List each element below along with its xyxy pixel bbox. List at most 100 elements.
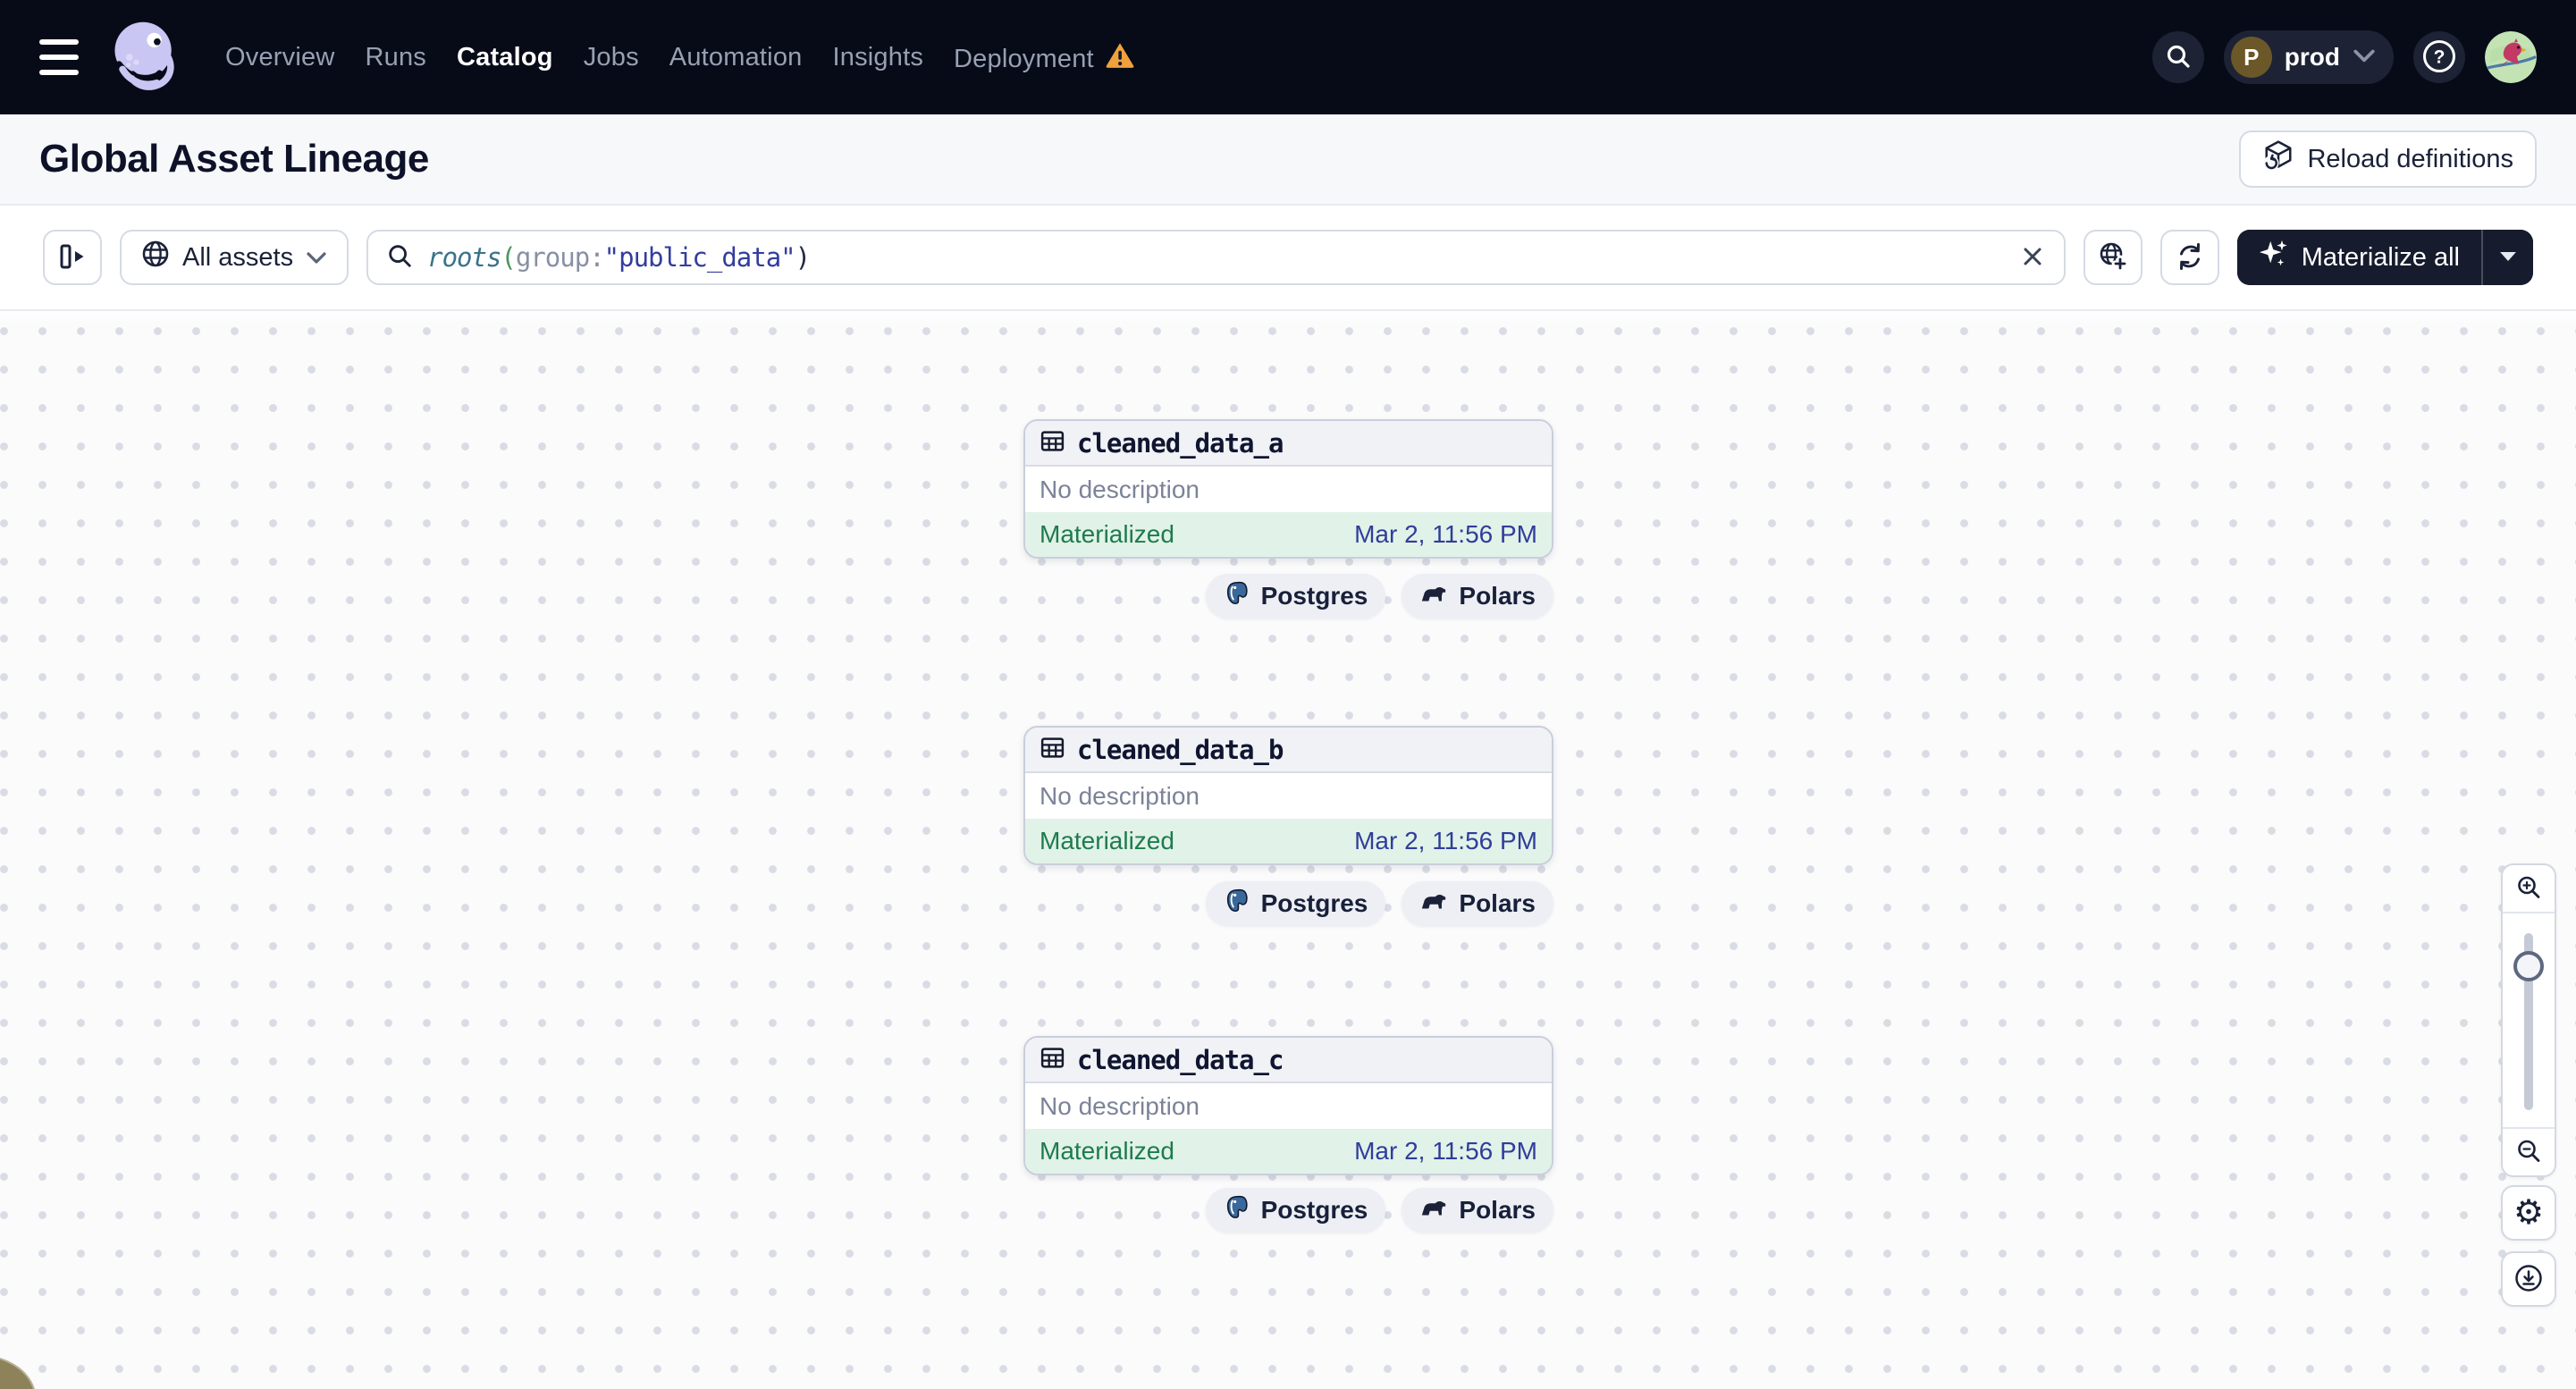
page-title: Global Asset Lineage — [39, 137, 429, 181]
asset-description: No description — [1040, 781, 1200, 810]
nav-item-automation[interactable]: Automation — [669, 43, 803, 72]
materialize-all-button[interactable]: Materialize all — [2236, 230, 2481, 285]
nav-item-overview[interactable]: Overview — [225, 43, 334, 72]
zoom-out-button[interactable] — [2503, 1129, 2555, 1175]
search-icon — [386, 242, 413, 274]
help-button[interactable]: ? — [2413, 31, 2465, 83]
zoom-in-button[interactable] — [2503, 865, 2555, 912]
clear-query-button[interactable] — [2012, 237, 2053, 278]
kind-tag-label: Postgres — [1260, 582, 1368, 610]
kind-tag-postgres[interactable]: Postgres — [1205, 881, 1386, 926]
nav-item-runs[interactable]: Runs — [365, 43, 426, 72]
asset-node-cleaned-data-b[interactable]: cleaned_data_b No description Materializ… — [1023, 726, 1553, 865]
kind-tag-polars[interactable]: Polars — [1402, 881, 1553, 926]
materialize-all-split-button: Materialize all — [2236, 230, 2533, 285]
kind-tag-label: Polars — [1459, 889, 1536, 917]
hamburger-menu-button[interactable] — [39, 39, 80, 75]
asset-card-header: cleaned_data_c — [1025, 1038, 1552, 1083]
deployment-warning-icon — [1105, 40, 1135, 71]
asset-description: No description — [1040, 1091, 1200, 1120]
asset-name: cleaned_data_b — [1077, 734, 1284, 765]
globe-icon — [141, 240, 170, 275]
zoom-slider — [2503, 912, 2555, 1129]
chevron-down-icon — [306, 243, 327, 273]
asset-description: No description — [1040, 475, 1200, 503]
new-asset-selection-button[interactable] — [2083, 230, 2142, 285]
nav-item-deployment[interactable]: Deployment — [954, 40, 1135, 74]
query-key: group — [515, 242, 590, 273]
graph-settings-button[interactable]: ⚙ — [2501, 1185, 2556, 1241]
close-icon — [2020, 244, 2045, 272]
chevron-down-icon — [2353, 48, 2385, 67]
nav-right-controls: P prod ? — [2151, 30, 2537, 84]
asset-card-header: cleaned_data_b — [1025, 728, 1552, 773]
reload-definitions-button[interactable]: Reload definitions — [2239, 130, 2537, 188]
reload-definitions-label: Reload definitions — [2307, 144, 2513, 173]
polars-bear-icon — [1419, 582, 1448, 610]
asset-kind-tags: Postgres Polars — [1205, 881, 1553, 926]
query-colon: : — [589, 242, 604, 273]
asset-status-row: Materialized Mar 2, 11:56 PM — [1025, 819, 1552, 863]
deployment-initial-badge: P — [2230, 37, 2272, 78]
postgres-icon — [1224, 888, 1250, 921]
asset-kind-tags: Postgres Polars — [1205, 1188, 1553, 1233]
materialization-timestamp[interactable]: Mar 2, 11:56 PM — [1354, 1137, 1537, 1166]
asset-name: cleaned_data_a — [1077, 427, 1284, 459]
polars-bear-icon — [1419, 889, 1448, 918]
kind-tag-postgres[interactable]: Postgres — [1205, 574, 1386, 619]
svg-text:?: ? — [2434, 46, 2446, 67]
status-badge: Materialized — [1040, 827, 1174, 854]
nav-item-jobs[interactable]: Jobs — [584, 43, 639, 72]
query-function: roots — [427, 242, 501, 273]
kind-tag-polars[interactable]: Polars — [1402, 1188, 1553, 1233]
asset-card-header: cleaned_data_a — [1025, 421, 1552, 467]
sparkles-icon — [2259, 239, 2289, 276]
query-open-paren: ( — [501, 242, 516, 273]
kind-tag-label: Polars — [1459, 1196, 1536, 1224]
status-badge: Materialized — [1040, 520, 1174, 548]
materialize-options-caret[interactable] — [2483, 230, 2533, 285]
graph-top-fade — [0, 311, 2576, 324]
user-avatar[interactable] — [2485, 31, 2537, 83]
lineage-graph-canvas[interactable]: cleaned_data_a No description Materializ… — [0, 311, 2576, 1389]
asset-node-cleaned-data-c[interactable]: cleaned_data_c No description Materializ… — [1023, 1036, 1553, 1175]
deployment-switcher[interactable]: P prod — [2223, 30, 2394, 84]
zoom-slider-thumb[interactable] — [2513, 951, 2544, 981]
materialization-timestamp[interactable]: Mar 2, 11:56 PM — [1354, 520, 1537, 549]
nav-item-catalog[interactable]: Catalog — [457, 43, 553, 72]
primary-nav: Overview Runs Catalog Jobs Automation In… — [225, 40, 1135, 74]
dagster-logo-icon[interactable] — [104, 16, 186, 98]
materialize-all-label: Materialize all — [2301, 242, 2460, 272]
status-badge: Materialized — [1040, 1137, 1174, 1165]
open-left-panel-button[interactable] — [43, 230, 102, 285]
zoom-in-icon — [2514, 873, 2543, 905]
help-icon: ? — [2421, 38, 2457, 77]
global-search-button[interactable] — [2151, 31, 2204, 83]
refresh-icon — [2175, 241, 2205, 274]
kind-tag-label: Postgres — [1260, 1196, 1368, 1224]
download-graph-button[interactable] — [2501, 1251, 2556, 1307]
globe-plus-icon — [2098, 241, 2129, 274]
nav-item-insights[interactable]: Insights — [832, 43, 923, 72]
query-value: "public_data" — [603, 242, 796, 273]
refresh-graph-button[interactable] — [2159, 230, 2219, 285]
asset-node-cleaned-data-a[interactable]: cleaned_data_a No description Materializ… — [1023, 419, 1553, 559]
lineage-query-input[interactable]: roots(group:"public_data") — [366, 230, 2066, 285]
gear-icon: ⚙ — [2513, 1194, 2545, 1232]
zoom-control-panel — [2501, 863, 2556, 1177]
kind-tag-polars[interactable]: Polars — [1402, 574, 1553, 619]
reload-cube-icon — [2262, 139, 2294, 179]
table-icon — [1040, 1045, 1065, 1075]
asset-status-row: Materialized Mar 2, 11:56 PM — [1025, 1129, 1552, 1174]
asset-scope-label: All assets — [182, 242, 294, 272]
postgres-icon — [1224, 1194, 1250, 1227]
materialization-timestamp[interactable]: Mar 2, 11:56 PM — [1354, 827, 1537, 855]
asset-status-row: Materialized Mar 2, 11:56 PM — [1025, 512, 1552, 557]
asset-scope-dropdown[interactable]: All assets — [120, 230, 349, 285]
search-icon — [2164, 42, 2193, 73]
kind-tag-label: Postgres — [1260, 889, 1368, 917]
query-text: roots(group:"public_data") — [427, 242, 811, 273]
kind-tag-postgres[interactable]: Postgres — [1205, 1188, 1386, 1233]
zoom-out-icon — [2514, 1137, 2543, 1168]
deployment-name-label: prod — [2284, 43, 2340, 71]
